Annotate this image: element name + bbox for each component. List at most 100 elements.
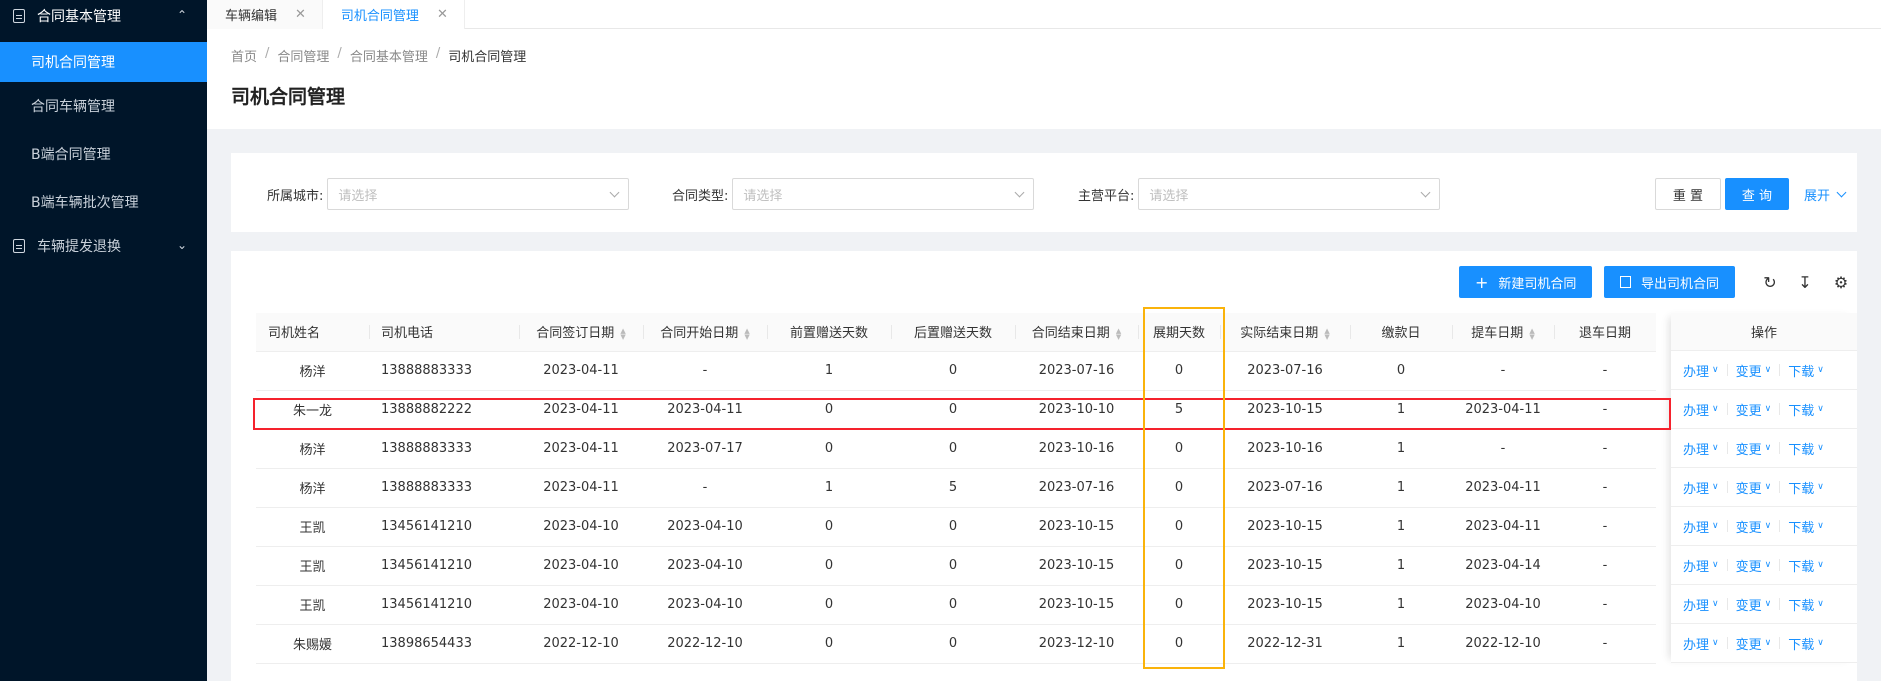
download-dropdown[interactable]: 下载 ∨ [1788, 634, 1824, 653]
table-cell: 2023-04-10 [643, 585, 767, 625]
download-dropdown[interactable]: 下载 ∨ [1788, 439, 1824, 458]
table-cell: 杨洋 [256, 468, 369, 508]
settings-icon[interactable]: ⚙ [1832, 273, 1850, 292]
table-row: 杨洋 13888883333 2023-04-11 2023-07-17 0 0 2023-… [256, 429, 1656, 469]
close-icon[interactable]: ✕ [437, 7, 448, 22]
handle-dropdown[interactable]: 办理 ∨ [1683, 478, 1719, 497]
table-cell: 0 [1138, 546, 1220, 586]
change-dropdown[interactable]: 变更 ∨ [1736, 439, 1772, 458]
handle-dropdown[interactable]: 办理 ∨ [1683, 517, 1719, 536]
table-cell: 0 [891, 546, 1015, 586]
change-dropdown[interactable]: 变更 ∨ [1736, 595, 1772, 614]
operations-row: 办理 ∨ 变更 ∨ 下载 ∨ [1671, 429, 1857, 468]
contract-type-label: 合同类型: [672, 188, 729, 204]
platform-placeholder: 请选择 [1149, 188, 1189, 204]
table-cell: 2023-04-10 [1452, 585, 1554, 625]
sidebar-item-driver-contract[interactable]: 司机合同管理 [0, 42, 207, 82]
platform-select[interactable]: 请选择 [1138, 178, 1441, 210]
col-pickup-date[interactable]: 提车日期 ▲ ▼ [1452, 313, 1554, 352]
tab-vehicle-edit[interactable]: 车辆编辑 ✕ [207, 0, 323, 29]
op-label: 下载 [1788, 403, 1815, 419]
table-cell: - [1554, 351, 1656, 391]
download-dropdown[interactable]: 下载 ∨ [1788, 517, 1824, 536]
sidebar-item-b-vehicle-batch[interactable]: B端车辆批次管理 [0, 178, 207, 226]
breadcrumb-contract-basic[interactable]: 合同基本管理 [350, 46, 428, 65]
table-cell: 0 [767, 429, 891, 469]
col-sign-date[interactable]: 合同签订日期 ▲ ▼ [519, 313, 643, 352]
table-cell: 2023-10-10 [1015, 390, 1138, 430]
download-dropdown[interactable]: 下载 ∨ [1788, 478, 1824, 497]
close-icon[interactable]: ✕ [295, 7, 306, 22]
table-cell: - [1554, 507, 1656, 547]
handle-dropdown[interactable]: 办理 ∨ [1683, 595, 1719, 614]
chevron-down-icon: ∨ [1817, 482, 1824, 492]
op-label: 变更 [1735, 598, 1762, 614]
change-dropdown[interactable]: 变更 ∨ [1736, 556, 1772, 575]
col-actual-end-date[interactable]: 实际结束日期 ▲ ▼ [1220, 313, 1350, 352]
change-dropdown[interactable]: 变更 ∨ [1736, 478, 1772, 497]
city-select[interactable]: 请选择 [327, 178, 630, 210]
export-driver-contract-button[interactable]: 导出司机合同 [1604, 266, 1736, 298]
table-cell: - [1554, 429, 1656, 469]
refresh-icon[interactable]: ↻ [1761, 273, 1779, 292]
breadcrumb-contract[interactable]: 合同管理 [277, 46, 329, 65]
divider [1726, 364, 1728, 376]
op-label: 变更 [1735, 442, 1762, 458]
table-cell: 2023-10-15 [1220, 546, 1350, 586]
download-dropdown[interactable]: 下载 ∨ [1788, 361, 1824, 380]
new-driver-contract-button[interactable]: + 新建司机合同 [1459, 266, 1593, 298]
table-cell: 2023-07-16 [1015, 351, 1138, 391]
contract-type-field: 合同类型: 请选择 [672, 178, 1035, 210]
query-button[interactable]: 查 询 [1725, 178, 1789, 210]
chevron-down-icon: ∨ [1817, 404, 1824, 414]
change-dropdown[interactable]: 变更 ∨ [1736, 361, 1772, 380]
chevron-down-icon: ∨ [1817, 443, 1824, 453]
column-height-icon[interactable]: ↧ [1796, 273, 1814, 292]
tab-driver-contract[interactable]: 司机合同管理 ✕ [322, 0, 465, 29]
reset-button[interactable]: 重 置 [1655, 178, 1721, 210]
col-label: 实际结束日期 [1240, 326, 1319, 342]
op-label: 办理 [1683, 364, 1710, 380]
table-cell: 5 [1138, 390, 1220, 430]
chevron-down-icon: ∨ [1712, 521, 1719, 531]
handle-dropdown[interactable]: 办理 ∨ [1683, 439, 1719, 458]
handle-dropdown[interactable]: 办理 ∨ [1683, 400, 1719, 419]
handle-dropdown[interactable]: 办理 ∨ [1683, 361, 1719, 380]
menu-group-vehicle-handover[interactable]: 车辆提发退换 ⌄ [0, 226, 207, 266]
menu-group-contract-basic[interactable]: 合同基本管理 ⌃ [0, 0, 207, 32]
breadcrumb-separator: / [337, 46, 342, 61]
download-dropdown[interactable]: 下载 ∨ [1788, 556, 1824, 575]
tab-label: 司机合同管理 [340, 9, 419, 24]
breadcrumb-home[interactable]: 首页 [231, 46, 257, 65]
change-dropdown[interactable]: 变更 ∨ [1736, 517, 1772, 536]
change-dropdown[interactable]: 变更 ∨ [1736, 400, 1772, 419]
table-cell: 2023-10-15 [1015, 585, 1138, 625]
sidebar-item-contract-vehicle[interactable]: 合同车辆管理 [0, 82, 207, 130]
breadcrumb-separator: / [265, 46, 270, 61]
op-label: 下载 [1788, 481, 1815, 497]
op-label: 下载 [1788, 442, 1815, 458]
op-label: 办理 [1683, 637, 1710, 653]
col-start-date[interactable]: 合同开始日期 ▲ ▼ [643, 313, 767, 352]
handle-dropdown[interactable]: 办理 ∨ [1683, 634, 1719, 653]
download-dropdown[interactable]: 下载 ∨ [1788, 400, 1824, 419]
expand-link[interactable]: 展开 [1804, 185, 1847, 204]
col-end-date[interactable]: 合同结束日期 ▲ ▼ [1015, 313, 1138, 352]
download-dropdown[interactable]: 下载 ∨ [1788, 595, 1824, 614]
table-cell: 王凯 [256, 585, 369, 625]
sort-icon: ▲ ▼ [1115, 326, 1122, 341]
change-dropdown[interactable]: 变更 ∨ [1736, 634, 1772, 653]
handle-dropdown[interactable]: 办理 ∨ [1683, 556, 1719, 575]
table-cell: 2023-04-11 [519, 468, 643, 508]
contract-type-select[interactable]: 请选择 [732, 178, 1035, 210]
operations-row: 办理 ∨ 变更 ∨ 下载 ∨ [1671, 546, 1857, 585]
col-post-gift-days: 后置赠送天数 [891, 313, 1015, 352]
op-label: 下载 [1788, 637, 1815, 653]
divider [1779, 598, 1781, 610]
table-body: 杨洋 13888883333 2023-04-11-1 0 2023-07-16 0 202… [256, 351, 1656, 664]
sidebar-item-b-contract[interactable]: B端合同管理 [0, 130, 207, 178]
table-cell: 2023-12-10 [1015, 624, 1138, 664]
contract-table: 司机姓名 司机电话 合同签订日期 ▲ ▼ 合同开始日期 ▲ ▼ 前置赠送天数 后置赠送天… [256, 313, 1656, 664]
table-cell: 13456141210 [369, 507, 519, 547]
table-cell: 2023-04-11 [519, 351, 643, 391]
